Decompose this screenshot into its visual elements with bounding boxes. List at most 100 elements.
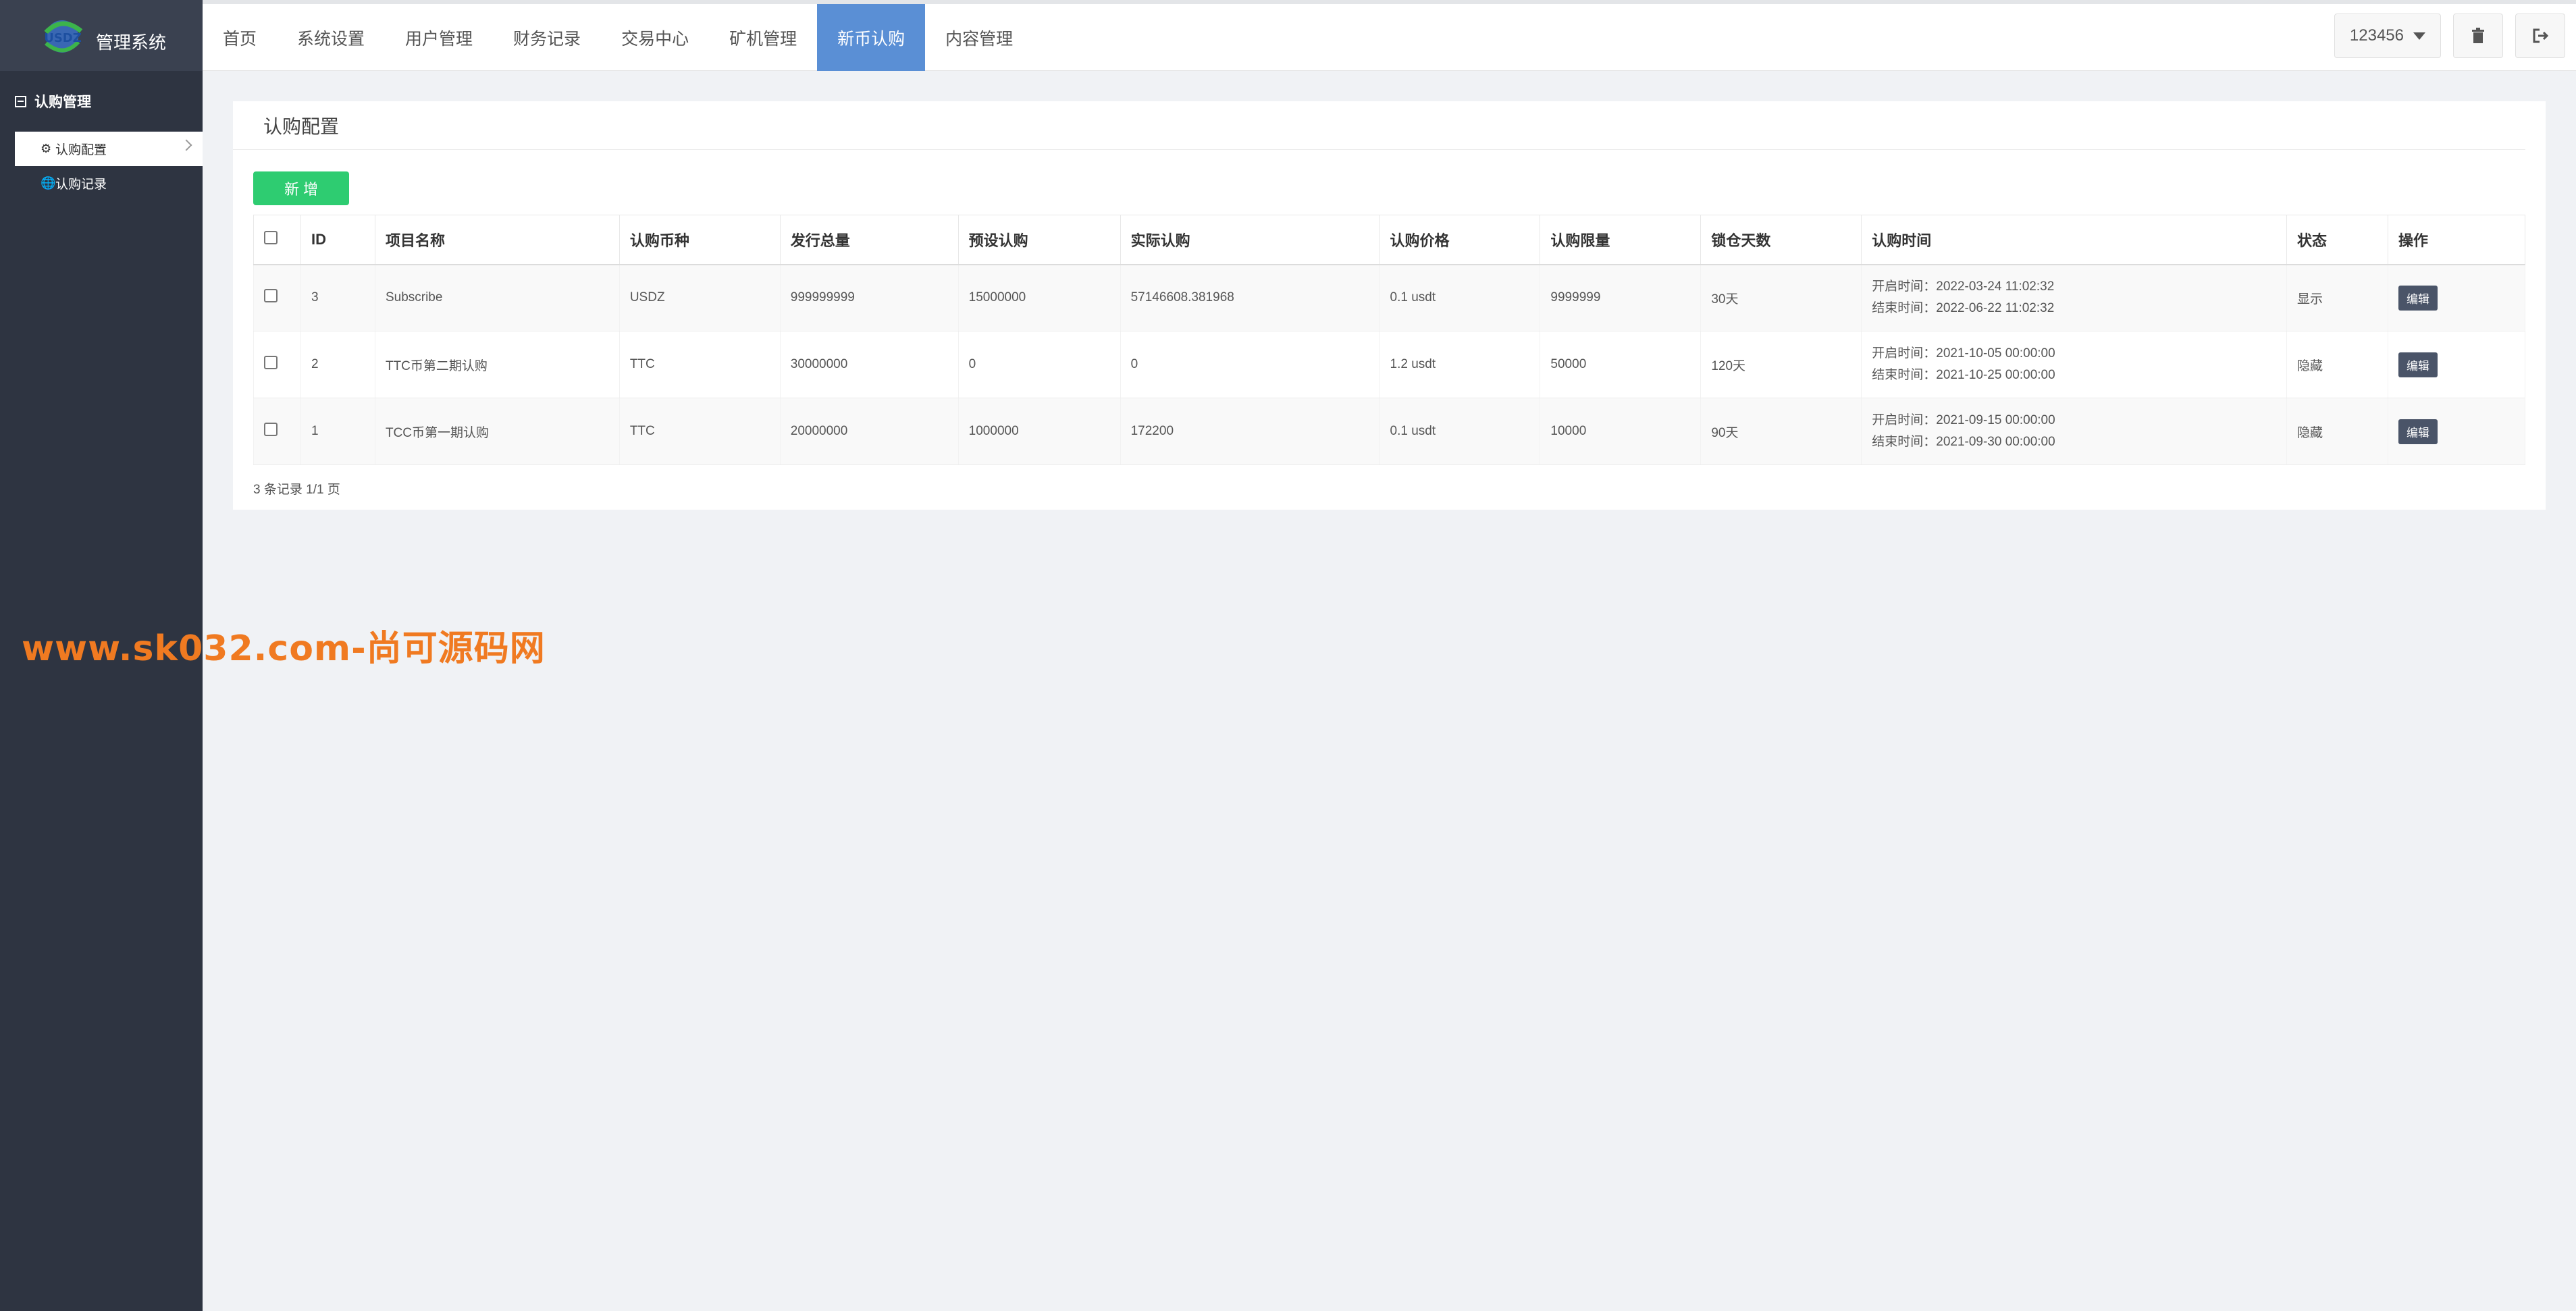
clear-cache-button[interactable] <box>2453 14 2503 58</box>
cell-lock-days: 120天 <box>1700 331 1862 398</box>
edit-button[interactable]: 编辑 <box>2398 352 2438 377</box>
logout-icon <box>2533 28 2549 43</box>
cell-actual: 57146608.381968 <box>1120 264 1380 331</box>
col-price[interactable]: 认购价格 <box>1379 215 1541 265</box>
tab-miner-management[interactable]: 矿机管理 <box>709 4 817 71</box>
watermark-text: www.sk032.com-尚可源码网 <box>22 628 546 669</box>
edit-button[interactable]: 编辑 <box>2398 419 2438 444</box>
sidebar-group-label: 认购管理 <box>34 95 91 110</box>
chevron-right-icon <box>180 139 192 151</box>
cell-id: 3 <box>300 264 375 331</box>
tab-home[interactable]: 首页 <box>203 4 277 71</box>
main-tabs: 首页 系统设置 用户管理 财务记录 交易中心 矿机管理 新币认购 内容管理 <box>203 4 2576 71</box>
user-menu-button[interactable]: 123456 <box>2334 14 2441 58</box>
cell-name: TTC币第二期认购 <box>374 331 620 398</box>
logo-mark-text: USDZ <box>44 31 82 45</box>
cell-action: 编辑 <box>2387 398 2526 465</box>
trash-icon <box>2472 28 2484 43</box>
sidebar-item-subscription-config[interactable]: ⚙ 认购配置 <box>15 132 203 166</box>
cell-limit: 50000 <box>1540 331 1702 398</box>
sidebar-item-label: 认购配置 <box>55 143 107 157</box>
table-header-row: ID 项目名称 认购币种 发行总量 预设认购 实际认购 认购价格 认购限量 锁仓… <box>253 215 2526 265</box>
edit-button[interactable]: 编辑 <box>2398 285 2438 311</box>
sidebar-group-subscription[interactable]: 认购管理 <box>0 71 203 132</box>
cell-preset: 1000000 <box>957 398 1121 465</box>
globe-icon: 🌐 <box>41 176 56 190</box>
cell-actual: 0 <box>1120 331 1380 398</box>
col-project-name[interactable]: 项目名称 <box>374 215 620 265</box>
tab-trading-center[interactable]: 交易中心 <box>601 4 709 71</box>
pagination-info: 3 条记录 1/1 页 <box>253 483 340 497</box>
row-select-cell <box>253 264 301 331</box>
col-coin[interactable]: 认购币种 <box>619 215 781 265</box>
row-checkbox[interactable] <box>264 423 278 436</box>
col-action: 操作 <box>2387 215 2526 265</box>
cell-lock-days: 90天 <box>1700 398 1862 465</box>
start-time: 开启时间：2022-03-24 11:02:32 <box>1872 279 2055 294</box>
cell-time: 开启时间：2021-10-05 00:00:00 结束时间：2021-10-25… <box>1861 331 2288 398</box>
end-time: 结束时间：2022-06-22 11:02:32 <box>1872 301 2055 316</box>
cell-total: 999999999 <box>779 264 959 331</box>
cell-time: 开启时间：2021-09-15 00:00:00 结束时间：2021-09-30… <box>1861 398 2288 465</box>
col-preset[interactable]: 预设认购 <box>957 215 1121 265</box>
row-select-cell <box>253 331 301 398</box>
tab-system-settings[interactable]: 系统设置 <box>277 4 385 71</box>
top-bar: 首页 系统设置 用户管理 财务记录 交易中心 矿机管理 新币认购 内容管理 12… <box>203 0 2576 71</box>
select-all-cell <box>253 215 301 265</box>
cell-total: 20000000 <box>779 398 959 465</box>
cell-time: 开启时间：2022-03-24 11:02:32 结束时间：2022-06-22… <box>1861 264 2288 331</box>
cell-coin: TTC <box>619 331 781 398</box>
subscription-config-panel: 认购配置 新 增 ID 项目名称 认购币种 发行总量 预设认购 实际认购 认购价… <box>233 101 2546 510</box>
cell-actual: 172200 <box>1120 398 1380 465</box>
subscription-table: ID 项目名称 认购币种 发行总量 预设认购 实际认购 认购价格 认购限量 锁仓… <box>253 215 2526 465</box>
cell-action: 编辑 <box>2387 264 2526 331</box>
col-time[interactable]: 认购时间 <box>1861 215 2288 265</box>
tab-new-coin-subscription[interactable]: 新币认购 <box>817 4 926 71</box>
cell-name: TCC币第一期认购 <box>374 398 620 465</box>
panel-title: 认购配置 <box>233 101 2525 150</box>
tab-user-management[interactable]: 用户管理 <box>385 4 493 71</box>
cell-action: 编辑 <box>2387 331 2526 398</box>
cell-status: 显示 <box>2286 264 2388 331</box>
cell-total: 30000000 <box>779 331 959 398</box>
cell-limit: 10000 <box>1540 398 1702 465</box>
cell-status: 隐藏 <box>2286 398 2388 465</box>
row-select-cell <box>253 398 301 465</box>
cell-lock-days: 30天 <box>1700 264 1862 331</box>
cell-price: 1.2 usdt <box>1379 331 1541 398</box>
col-lock-days[interactable]: 锁仓天数 <box>1700 215 1862 265</box>
cell-id: 1 <box>300 398 375 465</box>
cell-price: 0.1 usdt <box>1379 398 1541 465</box>
end-time: 结束时间：2021-10-25 00:00:00 <box>1872 368 2055 382</box>
end-time: 结束时间：2021-09-30 00:00:00 <box>1872 435 2055 449</box>
cell-coin: USDZ <box>619 264 781 331</box>
add-button[interactable]: 新 增 <box>253 171 349 205</box>
row-checkbox[interactable] <box>264 289 278 303</box>
col-limit[interactable]: 认购限量 <box>1540 215 1702 265</box>
cell-status: 隐藏 <box>2286 331 2388 398</box>
start-time: 开启时间：2021-10-05 00:00:00 <box>1872 346 2055 360</box>
user-label: 123456 <box>2349 26 2404 45</box>
sidebar-item-subscription-records[interactable]: 🌐 认购记录 <box>15 166 203 200</box>
cell-id: 2 <box>300 331 375 398</box>
logo: USDZ 管理系统 <box>0 0 203 71</box>
col-actual[interactable]: 实际认购 <box>1120 215 1380 265</box>
gear-icon: ⚙ <box>41 142 52 155</box>
caret-down-icon <box>2413 32 2425 40</box>
select-all-checkbox[interactable] <box>264 230 278 244</box>
col-total-issue[interactable]: 发行总量 <box>779 215 959 265</box>
table-row: 1 TCC币第一期认购 TTC 20000000 1000000 172200 … <box>253 398 2526 465</box>
logout-button[interactable] <box>2515 14 2565 58</box>
col-status[interactable]: 状态 <box>2286 215 2388 265</box>
col-id[interactable]: ID <box>300 215 375 265</box>
header-tools: 123456 <box>2334 14 2565 58</box>
cell-preset: 0 <box>957 331 1121 398</box>
cell-name: Subscribe <box>374 264 620 331</box>
table-row: 2 TTC币第二期认购 TTC 30000000 0 0 1.2 usdt 50… <box>253 331 2526 398</box>
sidebar-item-label: 认购记录 <box>55 177 107 192</box>
row-checkbox[interactable] <box>264 356 278 369</box>
cell-coin: TTC <box>619 398 781 465</box>
cell-preset: 15000000 <box>957 264 1121 331</box>
tab-finance-records[interactable]: 财务记录 <box>493 4 601 71</box>
tab-content-management[interactable]: 内容管理 <box>925 4 1033 71</box>
